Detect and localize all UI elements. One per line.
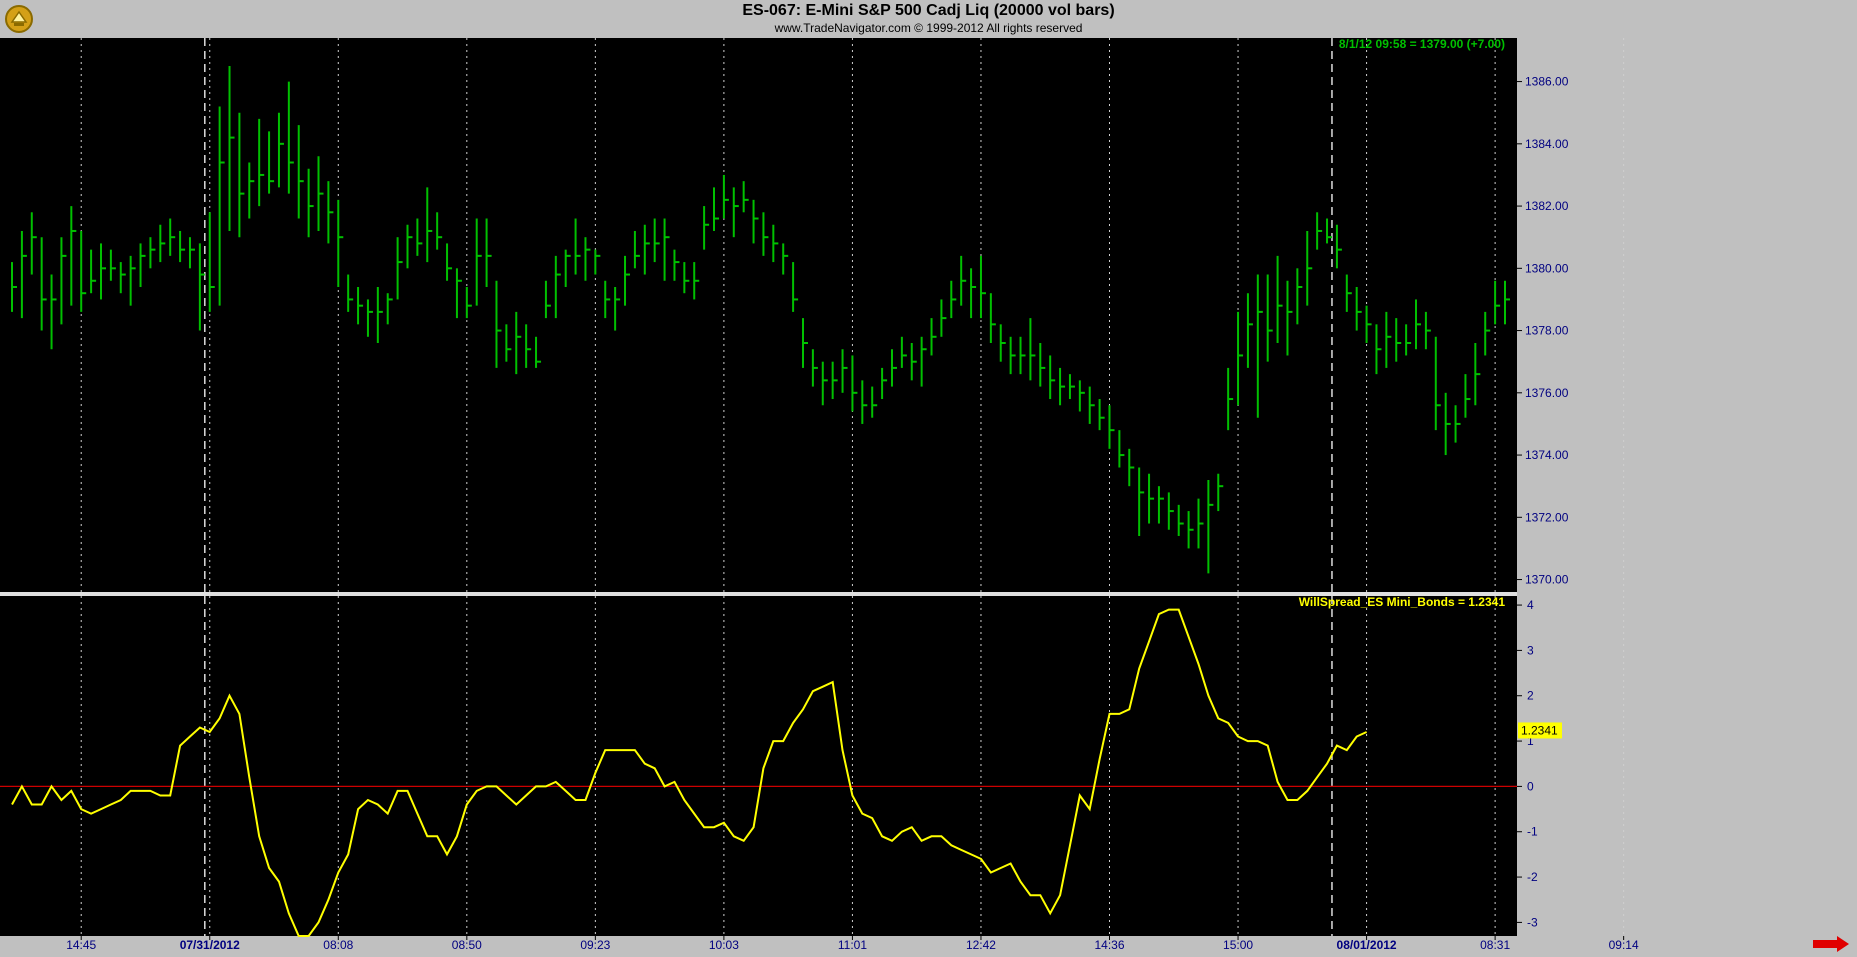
y-tick-label: 0 bbox=[1527, 779, 1534, 793]
price-last-value-label: 8/1/12 09:58 = 1379.00 (+7.00) bbox=[1339, 38, 1505, 51]
panel-divider bbox=[0, 592, 1517, 596]
x-tick-label: 14:36 bbox=[1094, 938, 1124, 952]
chart-header: ES-067: E-Mini S&P 500 Cadj Liq (20000 v… bbox=[0, 0, 1857, 38]
y-tick-label: -2 bbox=[1527, 870, 1538, 884]
x-tick-label: 11:01 bbox=[838, 938, 867, 952]
y-tick-label: 2 bbox=[1527, 689, 1534, 703]
x-tick-label: 10:03 bbox=[709, 938, 739, 952]
x-tick-label: 15:00 bbox=[1223, 938, 1253, 952]
y-tick-label: 1370.00 bbox=[1525, 573, 1569, 587]
y-tick-label: -3 bbox=[1527, 915, 1538, 929]
x-tick-label: 12:42 bbox=[966, 938, 996, 952]
last-value-marker-text: 1.2341 bbox=[1521, 723, 1558, 737]
x-tick-label: 08:31 bbox=[1480, 938, 1510, 952]
y-tick-label: 1378.00 bbox=[1525, 324, 1569, 338]
indicator-last-value-label: WillSpread_ES Mini_Bonds = 1.2341 bbox=[1299, 595, 1506, 609]
x-tick-label: 08:08 bbox=[323, 938, 353, 952]
y-tick-label: 1372.00 bbox=[1525, 510, 1569, 524]
price-panel bbox=[0, 38, 1517, 592]
x-tick-label: 08:50 bbox=[452, 938, 482, 952]
x-tick-label: 09:23 bbox=[580, 938, 610, 952]
x-tick-label: 14:45 bbox=[66, 938, 96, 952]
chart-title: ES-067: E-Mini S&P 500 Cadj Liq (20000 v… bbox=[742, 2, 1115, 19]
y-tick-label: -1 bbox=[1527, 825, 1538, 839]
y-tick-label: 1386.00 bbox=[1525, 75, 1569, 89]
x-tick-label: 07/31/2012 bbox=[180, 938, 240, 952]
y-tick-label: 3 bbox=[1527, 643, 1534, 657]
y-tick-label: 1380.00 bbox=[1525, 261, 1569, 275]
y-tick-label: 1384.00 bbox=[1525, 137, 1569, 151]
chart-canvas[interactable]: 1370.00 1372.00 1374.00 1376.00 1378.00 1380.… bbox=[0, 38, 1857, 956]
copyright-subtitle: www.TradeNavigator.com © 1999-2012 All r… bbox=[774, 21, 1083, 35]
y-tick-label: 1382.00 bbox=[1525, 199, 1569, 213]
y-tick-label: 4 bbox=[1527, 598, 1534, 612]
y-tick-label: 1374.00 bbox=[1525, 448, 1569, 462]
x-tick-label: 08/01/2012 bbox=[1337, 938, 1397, 952]
x-tick-label: 09:14 bbox=[1609, 938, 1639, 952]
y-tick-label: 1376.00 bbox=[1525, 386, 1569, 400]
arrow-right-icon[interactable] bbox=[1811, 936, 1851, 952]
indicator-panel bbox=[0, 596, 1517, 936]
